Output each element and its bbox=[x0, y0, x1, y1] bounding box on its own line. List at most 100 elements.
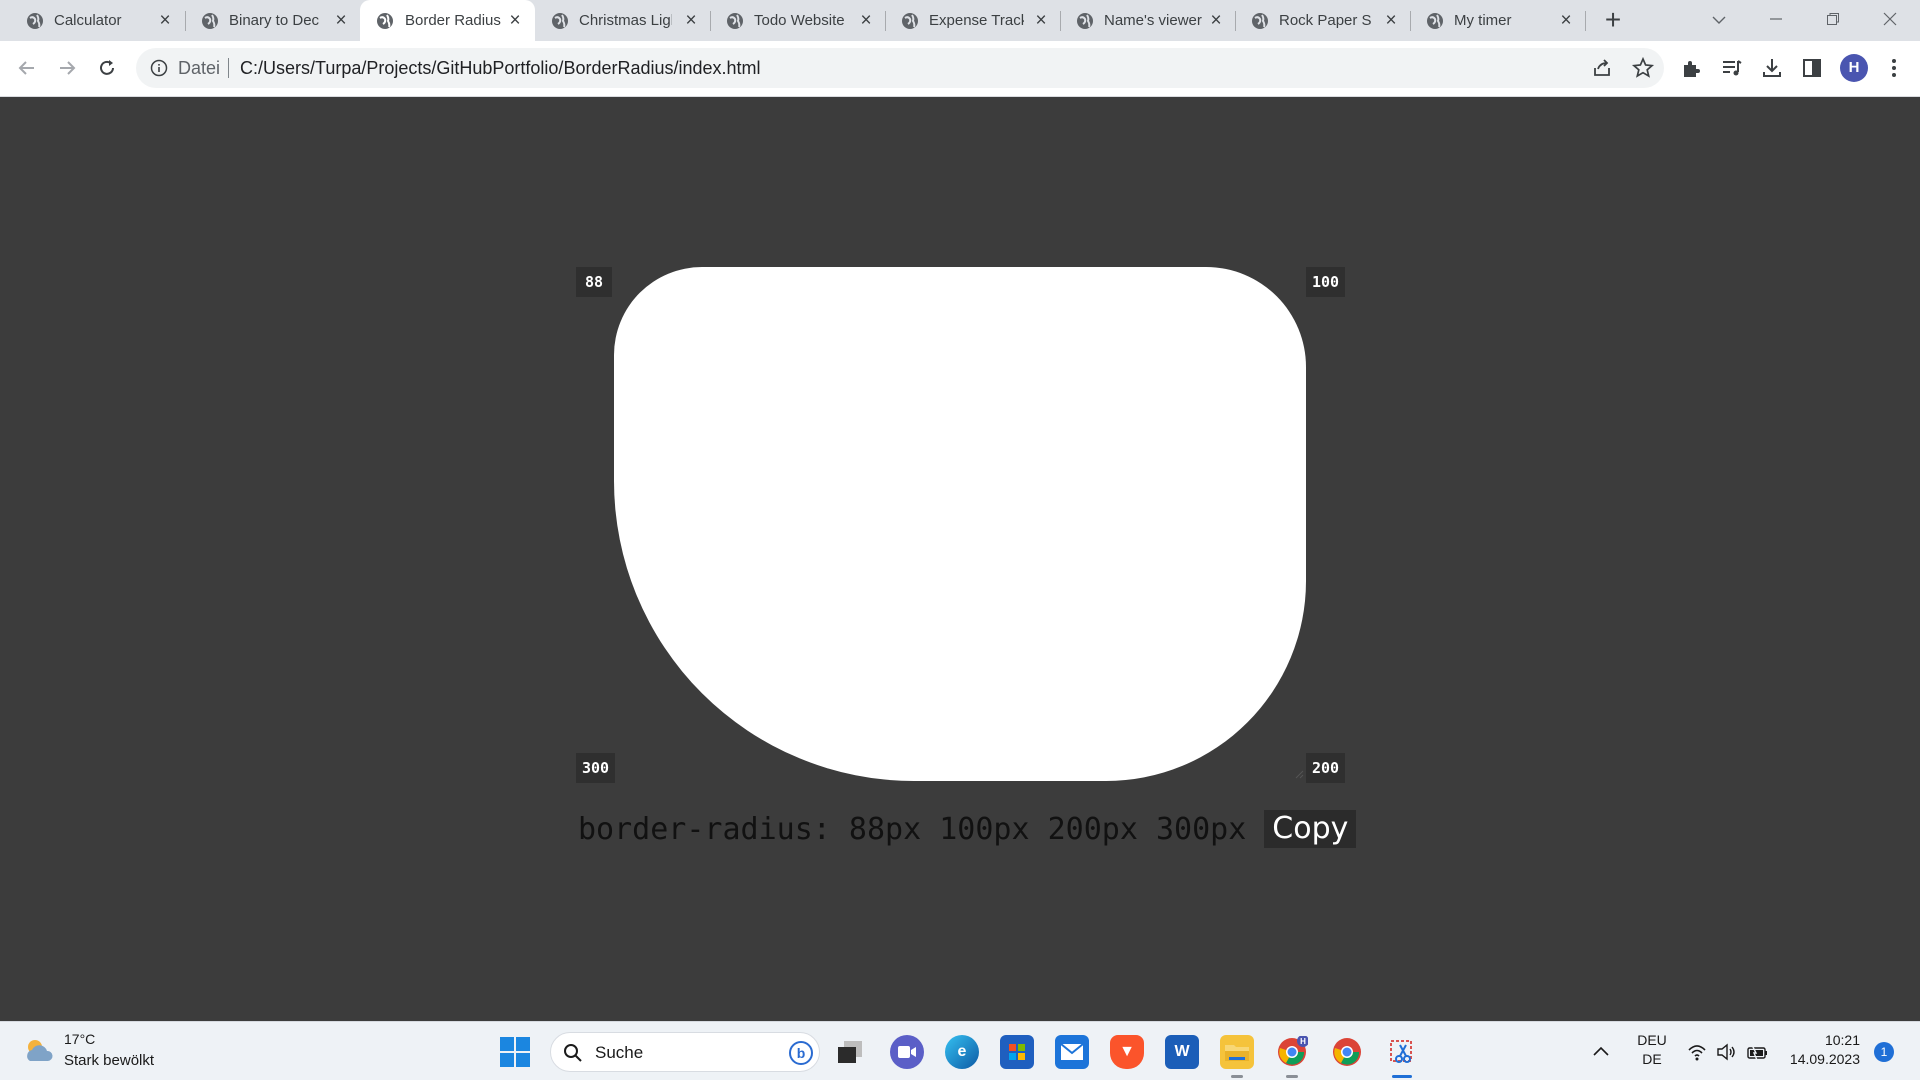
globe-icon bbox=[1427, 13, 1443, 29]
chrome-profile-icon[interactable]: H bbox=[1275, 1035, 1309, 1069]
weather-temperature: 17°C bbox=[64, 1031, 96, 1047]
reload-button[interactable] bbox=[91, 52, 123, 84]
new-tab-button[interactable]: + bbox=[1598, 6, 1628, 36]
address-bar[interactable]: Datei C:/Users/Turpa/Projects/GitHubPort… bbox=[136, 48, 1664, 88]
border-radius-preview bbox=[614, 267, 1306, 781]
restore-button[interactable] bbox=[1813, 4, 1853, 34]
css-output-row: border-radius: 88px 100px 200px 300px Co… bbox=[578, 809, 1357, 849]
download-icon[interactable] bbox=[1760, 56, 1784, 80]
close-icon[interactable]: × bbox=[331, 11, 351, 31]
globe-icon bbox=[552, 13, 568, 29]
keyboard-layout[interactable]: DE bbox=[1632, 1051, 1672, 1067]
page-viewport: 88 100 300 200 border-radius: 88px 100px… bbox=[0, 97, 1920, 1021]
windows-logo-pane bbox=[500, 1053, 514, 1067]
globe-icon bbox=[1252, 13, 1268, 29]
more-menu-icon[interactable] bbox=[1882, 56, 1906, 80]
tab-title: Christmas Ligh bbox=[579, 12, 672, 29]
top-left-radius-input[interactable]: 88 bbox=[576, 267, 612, 297]
edge-browser-icon[interactable]: e bbox=[945, 1035, 979, 1069]
top-right-radius-input[interactable]: 100 bbox=[1306, 267, 1346, 297]
url-text[interactable]: C:/Users/Turpa/Projects/GitHubPortfolio/… bbox=[240, 58, 761, 79]
close-icon[interactable]: × bbox=[505, 11, 525, 31]
file-explorer-icon[interactable] bbox=[1220, 1035, 1254, 1069]
microsoft-store-icon[interactable] bbox=[1000, 1035, 1034, 1069]
weather-description: Stark bewölkt bbox=[64, 1052, 155, 1069]
back-button[interactable] bbox=[11, 52, 43, 84]
tab-expense[interactable]: Expense Track × bbox=[875, 0, 1055, 41]
close-icon[interactable]: × bbox=[681, 11, 701, 31]
tab-title: Name's viewer bbox=[1104, 12, 1202, 29]
bing-icon[interactable]: b bbox=[789, 1041, 813, 1065]
close-icon[interactable]: × bbox=[1381, 11, 1401, 31]
close-icon[interactable]: × bbox=[1206, 11, 1226, 31]
close-icon[interactable]: × bbox=[1556, 11, 1576, 31]
tab-title: Todo Website bbox=[754, 12, 845, 29]
start-button[interactable] bbox=[500, 1037, 530, 1067]
copy-button[interactable]: Copy bbox=[1264, 810, 1357, 848]
minimize-button[interactable] bbox=[1756, 4, 1796, 34]
brave-browser-icon[interactable]: ▼ bbox=[1110, 1035, 1144, 1069]
word-icon[interactable]: W bbox=[1165, 1035, 1199, 1069]
minimize-icon bbox=[1770, 18, 1782, 20]
tab-binary[interactable]: Binary to Deci × bbox=[175, 0, 355, 41]
bottom-right-radius-input[interactable]: 200 bbox=[1306, 753, 1346, 783]
share-icon[interactable] bbox=[1590, 56, 1614, 80]
task-view-glyph bbox=[838, 1041, 862, 1063]
profile-avatar[interactable]: H bbox=[1840, 54, 1868, 82]
tab-todo[interactable]: Todo Website × bbox=[700, 0, 880, 41]
side-panel-icon[interactable] bbox=[1800, 56, 1824, 80]
star-icon[interactable] bbox=[1631, 56, 1655, 80]
address-divider bbox=[228, 58, 229, 78]
scissors-icon bbox=[1390, 1040, 1412, 1063]
globe-icon bbox=[1077, 13, 1093, 29]
globe-icon bbox=[377, 13, 393, 29]
svg-text:H: H bbox=[1300, 1037, 1306, 1046]
battery-icon[interactable] bbox=[1746, 1042, 1768, 1062]
tab-calculator[interactable]: Calculator × bbox=[0, 0, 180, 41]
language-code[interactable]: DEU bbox=[1632, 1032, 1672, 1048]
cloudy-weather-icon[interactable] bbox=[22, 1034, 56, 1068]
chevron-up-icon[interactable] bbox=[1592, 1044, 1610, 1058]
wifi-icon[interactable] bbox=[1687, 1042, 1707, 1062]
info-icon[interactable] bbox=[150, 59, 168, 77]
media-control-icon[interactable] bbox=[1720, 56, 1744, 80]
store-grid-icon bbox=[1009, 1044, 1025, 1060]
mail-icon[interactable] bbox=[1055, 1035, 1089, 1069]
clock-time[interactable]: 10:21 bbox=[1780, 1032, 1860, 1048]
globe-icon bbox=[27, 13, 43, 29]
chrome-icon: H bbox=[1278, 1036, 1308, 1066]
taskbar-search[interactable]: Suche b bbox=[550, 1032, 820, 1072]
close-icon bbox=[1883, 12, 1897, 26]
volume-icon[interactable] bbox=[1716, 1042, 1736, 1062]
forward-button[interactable] bbox=[51, 52, 83, 84]
tab-christmas[interactable]: Christmas Ligh × bbox=[525, 0, 705, 41]
snipping-tool-icon[interactable] bbox=[1385, 1035, 1419, 1069]
windows-logo-pane bbox=[500, 1037, 514, 1051]
tab-border-radius[interactable]: Border Radius × bbox=[360, 0, 535, 42]
close-window-button[interactable] bbox=[1870, 4, 1910, 34]
globe-icon bbox=[202, 13, 218, 29]
bottom-left-radius-input[interactable]: 300 bbox=[576, 753, 616, 783]
tab-rock-paper[interactable]: Rock Paper Sc × bbox=[1225, 0, 1405, 41]
close-icon[interactable]: × bbox=[856, 11, 876, 31]
teams-chat-icon[interactable] bbox=[890, 1035, 924, 1069]
notification-badge[interactable]: 1 bbox=[1874, 1042, 1894, 1062]
chrome-icon[interactable] bbox=[1330, 1035, 1364, 1069]
extensions-icon[interactable] bbox=[1680, 56, 1704, 80]
browser-toolbar: Datei C:/Users/Turpa/Projects/GitHubPort… bbox=[0, 41, 1920, 97]
tab-search-button[interactable] bbox=[1699, 4, 1739, 34]
task-view-icon[interactable] bbox=[833, 1035, 867, 1069]
chrome-logo-icon bbox=[1333, 1038, 1361, 1066]
tab-title: Expense Track bbox=[929, 12, 1024, 29]
close-icon[interactable]: × bbox=[1031, 11, 1051, 31]
restore-icon bbox=[1827, 13, 1839, 25]
tab-strip: Calculator × Binary to Deci × Border Rad… bbox=[0, 0, 1920, 42]
clock-date[interactable]: 14.09.2023 bbox=[1780, 1051, 1860, 1067]
tab-divider bbox=[1585, 11, 1586, 31]
close-icon[interactable]: × bbox=[155, 11, 175, 31]
resize-handle-icon[interactable] bbox=[1294, 769, 1304, 779]
running-indicator bbox=[1231, 1075, 1243, 1078]
tab-names-viewer[interactable]: Name's viewer × bbox=[1050, 0, 1230, 41]
reload-icon bbox=[100, 60, 114, 75]
tab-my-timer[interactable]: My timer × bbox=[1400, 0, 1580, 41]
